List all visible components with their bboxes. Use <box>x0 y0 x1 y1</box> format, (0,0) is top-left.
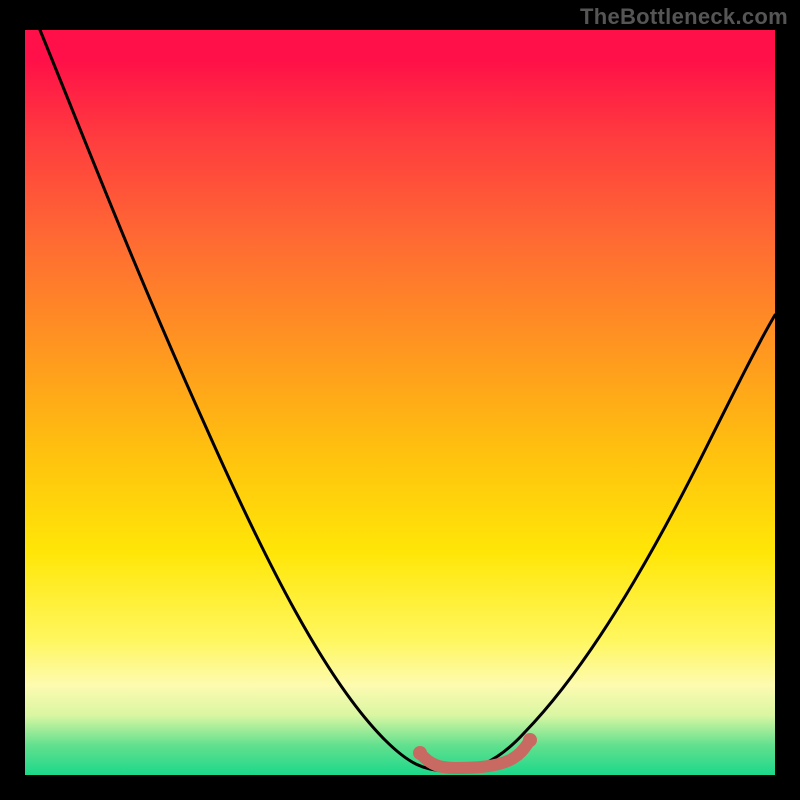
plot-area <box>25 30 775 775</box>
marker-dot-right <box>523 733 537 747</box>
curve-path <box>40 30 775 771</box>
chart-stage: TheBottleneck.com <box>0 0 800 800</box>
watermark-text: TheBottleneck.com <box>580 4 788 30</box>
bottleneck-curve <box>25 30 775 775</box>
marker-dot-left <box>413 746 427 760</box>
